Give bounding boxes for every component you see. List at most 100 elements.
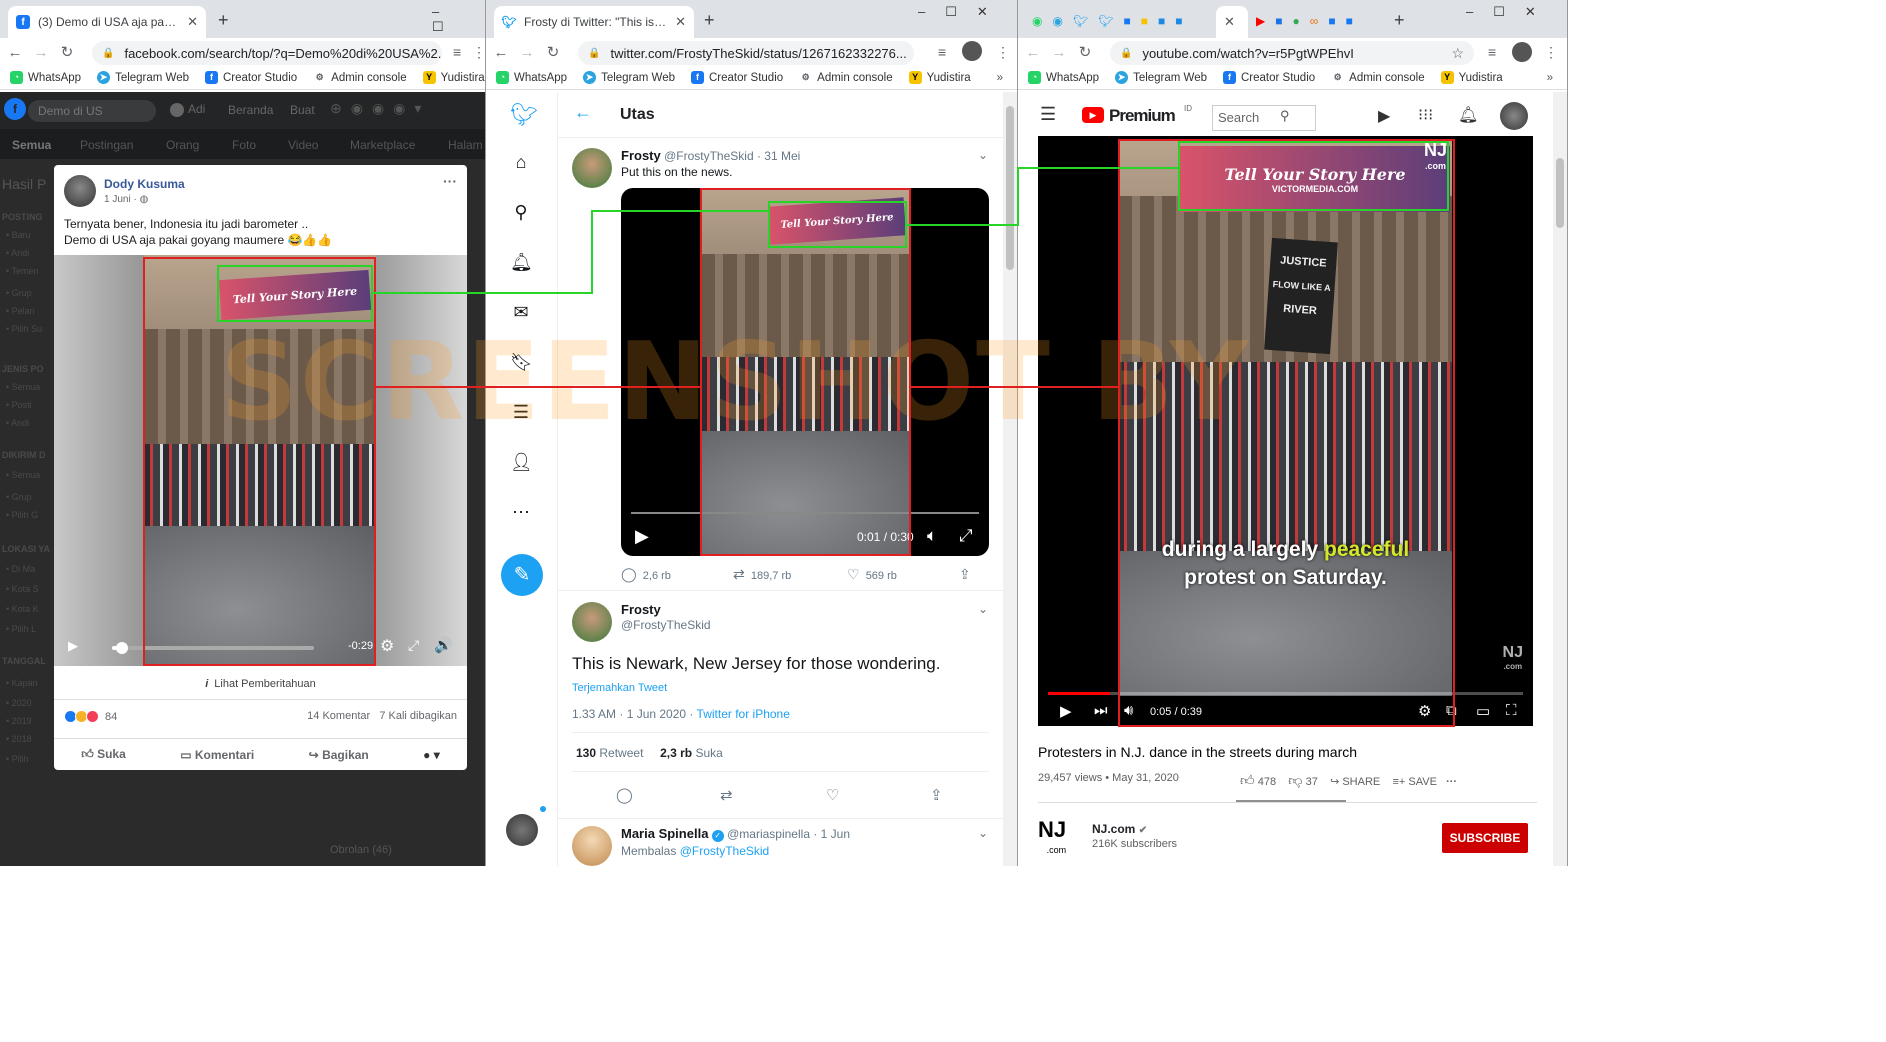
retweet-count[interactable]: 130 Retweet: [576, 746, 643, 760]
filter-all[interactable]: Semua: [12, 138, 51, 152]
bookmark-creator-studio[interactable]: f Creator Studio: [691, 71, 783, 84]
like-button[interactable]: ♡ 569 rb: [847, 566, 897, 583]
sidebar-filter-item[interactable]: • Semua: [6, 382, 40, 392]
address-bar[interactable]: 🔒 twitter.com/FrostyTheSkid/status/12671…: [578, 41, 914, 65]
subscribe-button[interactable]: SUBSCRIBE: [1442, 823, 1528, 853]
tweet-client-link[interactable]: Twitter for iPhone: [697, 707, 790, 721]
filter-photos[interactable]: Foto: [232, 138, 256, 152]
news-icon[interactable]: ■: [1275, 14, 1282, 28]
mail-icon[interactable]: ✉: [510, 302, 532, 324]
save-button[interactable]: ≡+ SAVE: [1392, 776, 1436, 788]
sidebar-filter-item[interactable]: • Semua: [6, 470, 40, 480]
more-icon[interactable]: ⋯: [510, 502, 532, 524]
more-options-icon[interactable]: ···: [443, 173, 457, 189]
bookmark-admin-console[interactable]: ⚙ Admin console: [1331, 71, 1425, 84]
window-controls[interactable]: –☐✕: [918, 4, 1008, 20]
bookmark-yudistira[interactable]: Y Yudistira: [1440, 71, 1503, 84]
bookmark-telegram[interactable]: ➤ Telegram Web: [97, 71, 189, 84]
menu-icon[interactable]: ⋮: [1544, 44, 1558, 61]
tweet-date[interactable]: · 1 Jun: [813, 827, 850, 841]
bookmark-admin-console[interactable]: ⚙ Admin console: [799, 71, 893, 84]
youtube-premium-logo[interactable]: Premium: [1109, 106, 1176, 126]
post-author[interactable]: Dody Kusuma: [104, 177, 185, 191]
address-bar[interactable]: 🔒 youtube.com/watch?v=r5PgtWPEhvI ☆: [1110, 41, 1474, 65]
sidebar-filter-item[interactable]: • Kapan: [6, 678, 38, 688]
chat-label[interactable]: Obrolan (46): [330, 844, 392, 856]
bookmark-telegram[interactable]: ➤ Telegram Web: [1115, 71, 1207, 84]
sidebar-filter-item[interactable]: • 2020: [6, 698, 32, 708]
volume-icon[interactable]: 🔊︎: [1124, 702, 1133, 719]
chart-icon[interactable]: ■: [1175, 14, 1182, 28]
account-avatar[interactable]: [506, 814, 538, 846]
sidebar-filter-item[interactable]: • Grup: [6, 288, 32, 298]
reply-button[interactable]: ◯ 2,6 rb: [621, 566, 671, 583]
chart-icon[interactable]: ■: [1158, 14, 1165, 28]
reply-icon[interactable]: ◯: [616, 786, 633, 804]
filter-marketplace[interactable]: Marketplace: [350, 138, 415, 152]
sidebar-filter-item[interactable]: • 2018: [6, 734, 32, 744]
chevron-down-icon[interactable]: ⌄: [978, 826, 988, 840]
fullscreen-icon[interactable]: ⤢: [408, 637, 419, 654]
post-date[interactable]: 1 Juni · ◍: [104, 194, 148, 205]
address-bar[interactable]: 🔒 facebook.com/search/top/?q=Demo%20di%2…: [92, 41, 442, 65]
sidebar-filter-item[interactable]: • Pilih L: [6, 624, 36, 634]
bookmark-creator-studio[interactable]: f Creator Studio: [1223, 71, 1315, 84]
retweet-button[interactable]: ⇄ 189,7 rb: [733, 566, 791, 583]
play-icon[interactable]: ▶: [68, 638, 78, 654]
tweet-author[interactable]: Maria Spinella: [621, 826, 708, 841]
search-icon[interactable]: ⚲: [1280, 108, 1290, 124]
more-bookmarks-icon[interactable]: »: [1547, 72, 1553, 84]
back-arrow-icon[interactable]: ←: [574, 102, 592, 123]
chevron-down-icon[interactable]: ⌄: [978, 148, 988, 162]
sidebar-filter-item[interactable]: • Kota S: [6, 584, 39, 594]
audience-selector[interactable]: ● ▾: [423, 748, 440, 762]
sidebar-filter-item[interactable]: • 2019: [6, 716, 32, 726]
reply-to-link[interactable]: @FrostyTheSkid: [680, 844, 770, 858]
close-tab-icon[interactable]: ✕: [675, 14, 686, 30]
video-scrubber[interactable]: [116, 642, 129, 654]
link-icon[interactable]: ∞: [1310, 14, 1319, 28]
tweet-avatar[interactable]: [572, 826, 612, 866]
nav-home[interactable]: Beranda: [228, 103, 273, 117]
tweet-handle[interactable]: @mariaspinella: [727, 827, 810, 841]
forward-icon[interactable]: →: [30, 44, 52, 61]
filter-videos[interactable]: Video: [288, 138, 318, 152]
heart-icon[interactable]: ♡: [826, 786, 839, 804]
sidebar-filter-item[interactable]: • Andi: [6, 418, 29, 428]
sidebar-filter-item[interactable]: • Andi: [6, 248, 29, 258]
tweet-date[interactable]: · 31 Mei: [757, 149, 800, 163]
reading-list-icon[interactable]: ≡: [938, 44, 946, 60]
extensions-icon[interactable]: ⋮: [472, 44, 485, 61]
search-input[interactable]: Demo di US: [28, 100, 156, 122]
twitter-bird-icon[interactable]: 🐦︎: [1098, 14, 1113, 28]
back-icon[interactable]: ←: [1022, 44, 1044, 61]
search-input[interactable]: Search: [1212, 105, 1316, 131]
more-options-icon[interactable]: ···: [1446, 776, 1457, 788]
like-count[interactable]: 2,3 rb Suka: [660, 746, 723, 760]
author-avatar[interactable]: [64, 175, 96, 207]
like-button[interactable]: 👍︎ 478: [1240, 772, 1276, 788]
bookmark-whatsapp[interactable]: ◔ WhatsApp: [10, 71, 81, 84]
sidebar-filter-item[interactable]: • Baru: [6, 230, 31, 240]
translate-tweet-link[interactable]: Terjemahkan Tweet: [572, 682, 667, 694]
facebook-icon[interactable]: ■: [1328, 14, 1335, 28]
sidebar-filter-item[interactable]: • Kota K: [6, 604, 39, 614]
play-icon[interactable]: ▶: [635, 526, 649, 547]
like-button[interactable]: 👍︎ Suka: [81, 747, 126, 762]
facebook-icon[interactable]: ■: [1346, 14, 1353, 28]
tweet-avatar[interactable]: [572, 148, 612, 188]
retweet-icon[interactable]: ⇄: [720, 786, 733, 804]
close-tab-icon[interactable]: ✕: [187, 14, 198, 30]
share-button[interactable]: ↪ Bagikan: [309, 748, 369, 762]
bookmark-icon[interactable]: 🔖︎: [510, 352, 533, 374]
bookmark-creator-studio[interactable]: f Creator Studio: [205, 71, 297, 84]
video-progress-track[interactable]: [631, 512, 979, 514]
reading-list-icon[interactable]: ≡: [453, 44, 461, 60]
sidebar-filter-item[interactable]: • Posti: [6, 400, 32, 410]
bookmark-whatsapp[interactable]: ◔ WhatsApp: [496, 71, 567, 84]
new-tab-icon[interactable]: +: [704, 10, 715, 31]
facebook-logo-icon[interactable]: f: [4, 98, 26, 120]
header-icons[interactable]: ⊕◉◉◉▾: [330, 100, 430, 117]
tweet-author[interactable]: Frosty: [621, 602, 661, 617]
twitter-logo-icon[interactable]: 🐦︎: [510, 102, 538, 127]
